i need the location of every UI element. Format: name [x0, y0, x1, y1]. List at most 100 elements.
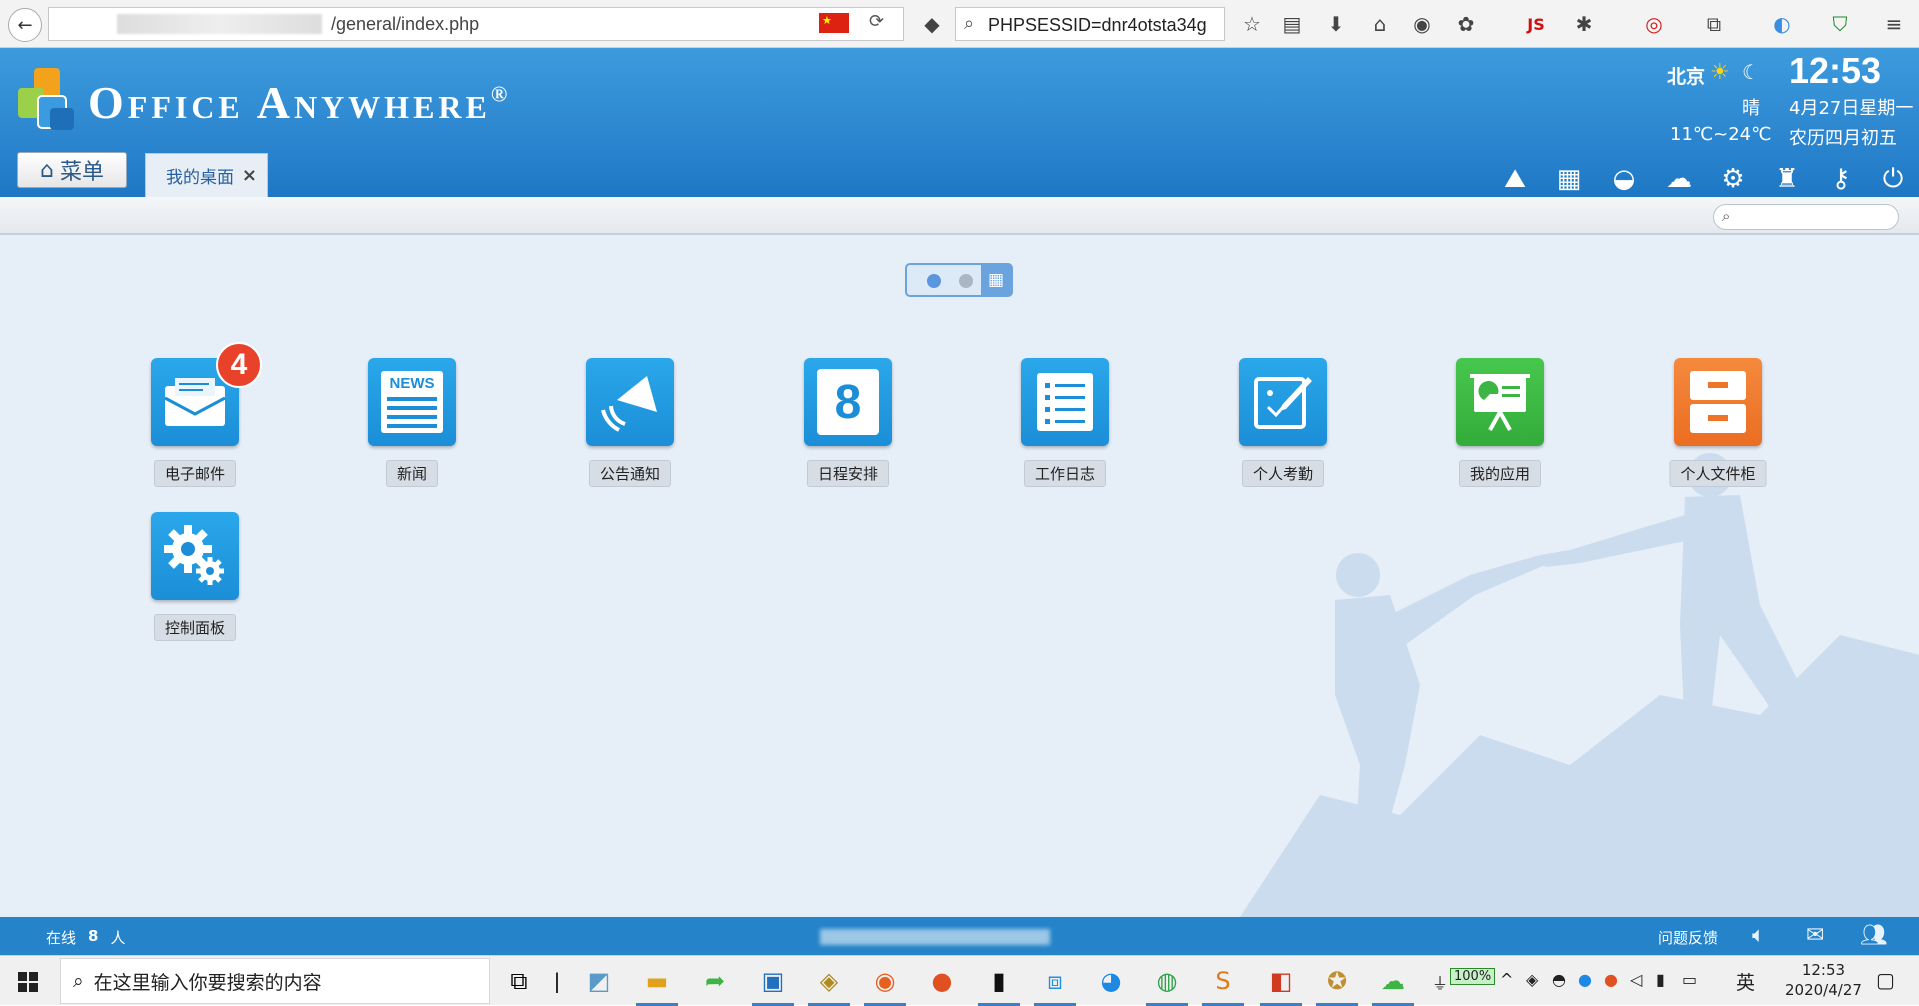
menu-button[interactable]: ⌂ 菜单 [17, 152, 127, 188]
tab-close-icon[interactable]: × [242, 165, 257, 186]
bug-icon[interactable]: ✱ [1570, 10, 1598, 38]
back-arrow-icon[interactable]: ← [8, 8, 42, 42]
magnifier-icon: ⌕ [1722, 207, 1731, 225]
burp-app-icon[interactable]: ● [925, 964, 959, 998]
taskbar-search-placeholder: 在这里输入你要搜索的内容 [93, 971, 322, 994]
megaphone-icon [586, 358, 674, 446]
key-icon[interactable]: ⚷ [1824, 162, 1858, 196]
status-redacted-blur [820, 929, 1050, 945]
unread-badge: 4 [216, 342, 262, 388]
page-dot-1[interactable] [927, 274, 941, 288]
contacts-icon[interactable]: 👥︎ [1860, 923, 1888, 948]
online-users-icon[interactable]: ◒ [1607, 162, 1641, 196]
windows-start-icon[interactable] [18, 972, 38, 992]
weather-temperature: 11℃~24℃ [1670, 124, 1772, 145]
tray-app-icon[interactable]: ◈ [1526, 970, 1538, 989]
edit-check-icon [1239, 358, 1327, 446]
tray-orange-icon[interactable]: ● [1604, 970, 1618, 989]
online-users-status[interactable]: 在线 8 人 [46, 927, 125, 948]
add-apps-icon[interactable]: ▦ [1552, 162, 1586, 196]
reader-list-icon[interactable]: ▤ [1278, 10, 1306, 38]
hamburger-menu-icon[interactable]: ≡ [1880, 10, 1908, 38]
sublime-text-icon[interactable]: S [1202, 964, 1244, 1006]
page-dot-2[interactable] [959, 274, 973, 288]
qq-icon[interactable]: ◓ [1552, 970, 1566, 989]
adblock-shield-icon[interactable]: ⛉ [1826, 10, 1854, 38]
app-email[interactable]: 4 电子邮件 [130, 342, 262, 498]
app-label: 日程安排 [806, 460, 890, 487]
messenger-app-icon[interactable]: ◕ [1094, 964, 1128, 998]
url-text: /general/index.php [331, 14, 480, 34]
reload-icon[interactable]: ⟳ [869, 11, 884, 32]
download-icon[interactable]: ⬇ [1322, 10, 1350, 38]
help-cloud-icon[interactable]: ☁ [1662, 162, 1696, 196]
task-view-icon[interactable]: ⧉ [502, 964, 536, 998]
network-icon[interactable]: ▭ [1682, 970, 1697, 989]
feedback-link[interactable]: 问题反馈 [1658, 927, 1718, 948]
app-control-panel[interactable]: 控制面板 [130, 512, 260, 652]
bookmark-star-icon[interactable]: ☆ [1238, 10, 1266, 38]
desktop-search-input[interactable]: ⌕ [1713, 204, 1899, 230]
menu-button-label: 菜单 [59, 160, 104, 185]
notification-center-icon[interactable]: ▢ [1876, 968, 1895, 992]
usb-icon[interactable]: ▮ [1656, 970, 1665, 989]
tab-my-desktop[interactable]: 我的桌面 × [145, 153, 268, 197]
remote-desktop-icon[interactable]: ▣ [752, 964, 794, 1006]
app-attendance[interactable]: 个人考勤 [1218, 358, 1348, 498]
battery-indicator[interactable]: 100% [1450, 968, 1496, 985]
divider-icon: | [553, 969, 561, 993]
speaker-icon[interactable]: 🔈︎ [1752, 923, 1765, 948]
translate-icon[interactable]: ◐ [1768, 10, 1796, 38]
taskbar-time: 12:53 [1801, 961, 1846, 979]
home-icon[interactable]: ⌂ [1366, 10, 1394, 38]
shield-red-icon[interactable]: ◎ [1640, 10, 1668, 38]
vmware-icon[interactable]: ⧈ [1034, 964, 1076, 1006]
app-file-cabinet[interactable]: 个人文件柜 [1653, 358, 1783, 498]
tray-blue-icon[interactable]: ● [1578, 970, 1592, 989]
address-bar[interactable]: /general/index.php ⟳ [48, 7, 904, 41]
app-my-applications[interactable]: 我的应用 [1435, 358, 1565, 498]
grid-view-icon[interactable]: ▦ [981, 265, 1011, 295]
office-app-icon[interactable]: ◧ [1260, 964, 1302, 1006]
terminal-icon[interactable]: ▮ [978, 964, 1020, 1006]
app-announcement[interactable]: 公告通知 [565, 358, 695, 498]
app-calendar[interactable]: 8 日程安排 [783, 358, 913, 498]
message-envelope-icon[interactable]: ✉ [1806, 923, 1824, 948]
skin-shirt-icon[interactable]: ♜ [1770, 162, 1804, 196]
globe-icon[interactable]: ◉ [1408, 10, 1436, 38]
logo-text: Office Anywhere® [88, 76, 511, 129]
mascot-app-icon[interactable]: ✪ [1316, 964, 1358, 1006]
notebook-app-icon[interactable]: ◩ [582, 964, 616, 998]
ime-indicator[interactable]: 英 [1736, 968, 1755, 995]
file-explorer-icon[interactable]: ▬ [636, 964, 678, 1006]
app-work-log[interactable]: 工作日志 [1000, 358, 1130, 498]
office-anywhere-logo-icon [18, 68, 74, 130]
taskbar-search-input[interactable]: ⌕ 在这里输入你要搜索的内容 [60, 958, 490, 1004]
firefox-icon[interactable]: ◉ [864, 964, 906, 1006]
screenshot-icon[interactable]: ⧉ [1700, 10, 1728, 38]
game-app-icon[interactable]: ◈ [808, 964, 850, 1006]
portal-icon[interactable]: ⛰ [1498, 162, 1532, 196]
extension-icon[interactable]: ◆ [918, 10, 946, 38]
desktop-toolbar: ⌕ [0, 197, 1919, 235]
logout-icon[interactable]: ⏻ [1876, 162, 1910, 196]
list-icon [1021, 358, 1109, 446]
search-icon: ⌕ [73, 970, 84, 992]
wechat-icon[interactable]: ☁ [1372, 964, 1414, 1006]
chrome-icon[interactable]: ◍ [1146, 964, 1188, 1006]
search-query: PHPSESSID=dnr4otsta34g [988, 15, 1207, 35]
palette-icon[interactable]: ✿ [1452, 10, 1480, 38]
windows-taskbar: ⌕ 在这里输入你要搜索的内容 ⧉ | ◩ ▬ ➦ ▣ ◈ ◉ ● ▮ ⧈ ◕ ◍… [0, 955, 1919, 1006]
share-arrow-app-icon[interactable]: ➦ [698, 964, 732, 998]
settings-gear-icon[interactable]: ⚙ [1716, 162, 1750, 196]
climbers-silhouette-background [1240, 453, 1919, 917]
app-news[interactable]: NEWS 新闻 [347, 358, 477, 498]
volume-icon[interactable]: ◁ [1630, 970, 1642, 989]
chevron-up-icon[interactable]: ^ [1500, 970, 1513, 989]
presentation-board-icon [1456, 358, 1544, 446]
url-redacted-blur [117, 14, 322, 34]
browser-search-input[interactable]: ⌕ PHPSESSID=dnr4otsta34g [955, 7, 1225, 41]
taskbar-clock[interactable]: 12:53 2020/4/27 [1785, 960, 1862, 1000]
js-toggle-icon[interactable]: JS [1522, 10, 1550, 38]
app-label: 个人文件柜 [1669, 460, 1767, 487]
